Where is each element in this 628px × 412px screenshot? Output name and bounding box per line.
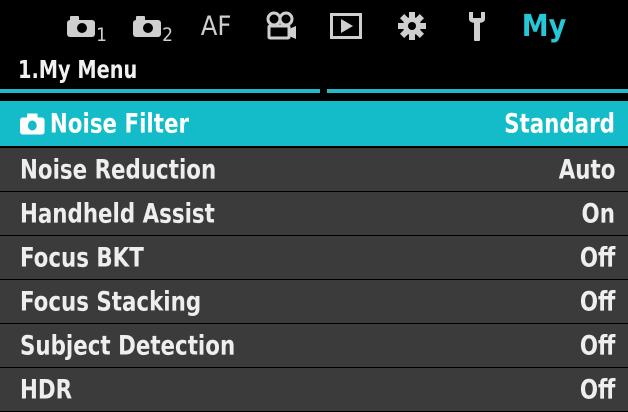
menu-item-label: Handheld Assist [20, 198, 215, 229]
camera-icon [20, 113, 45, 135]
menu-item-value: Off [579, 286, 615, 317]
movie-camera-icon [266, 11, 296, 40]
tab-af[interactable]: AF [194, 6, 238, 46]
menu-item-handheld-assist[interactable]: Handheld Assist On [0, 192, 628, 235]
tab-my-label: My [521, 8, 567, 44]
menu-item-label: Noise Filter [49, 108, 190, 139]
menu-item-value: Auto [558, 154, 615, 185]
tab-shooting-1[interactable]: 1 [62, 6, 112, 46]
play-icon [330, 13, 362, 39]
menu-tab-bar: 1 2 AF My [0, 0, 628, 50]
menu-item-subject-detection[interactable]: Subject Detection Off [0, 324, 628, 367]
menu-item-noise-reduction[interactable]: Noise Reduction Auto [0, 148, 628, 191]
menu-item-value: Off [579, 330, 615, 361]
tab-custom[interactable] [394, 6, 430, 46]
tab-setup[interactable] [462, 6, 492, 46]
menu-list: Noise Filter Standard Noise Reduction Au… [0, 101, 628, 412]
tab-number: 2 [162, 24, 173, 46]
page-indicator-bar [0, 89, 320, 93]
tab-af-label: AF [200, 10, 232, 42]
page-indicator-bar [327, 89, 628, 93]
tab-shooting-2[interactable]: 2 [128, 6, 178, 46]
menu-item-value: Standard [504, 108, 615, 139]
menu-item-focus-stacking[interactable]: Focus Stacking Off [0, 280, 628, 323]
menu-item-value: Off [579, 374, 615, 405]
menu-item-hdr[interactable]: HDR Off [0, 368, 628, 411]
tab-my-menu[interactable]: My [515, 6, 573, 46]
camera-icon [133, 16, 162, 37]
camera-icon [67, 16, 96, 37]
menu-item-label: HDR [20, 374, 73, 405]
gear-icon [398, 12, 426, 40]
menu-item-label: Noise Reduction [20, 154, 217, 185]
menu-item-label-wrap: Noise Filter [20, 108, 189, 139]
menu-item-value: Off [579, 242, 615, 273]
menu-item-focus-bkt[interactable]: Focus BKT Off [0, 236, 628, 279]
wrench-icon [469, 12, 485, 41]
tab-video[interactable] [263, 6, 299, 46]
tab-playback[interactable] [328, 6, 364, 46]
menu-item-value: On [581, 198, 615, 229]
menu-item-noise-filter[interactable]: Noise Filter Standard [0, 101, 628, 146]
menu-item-label: Focus BKT [20, 242, 144, 273]
menu-item-label: Focus Stacking [20, 286, 202, 317]
menu-item-label: Subject Detection [20, 330, 236, 361]
tab-number: 1 [96, 24, 107, 46]
menu-page-title: 1.My Menu [18, 55, 138, 84]
